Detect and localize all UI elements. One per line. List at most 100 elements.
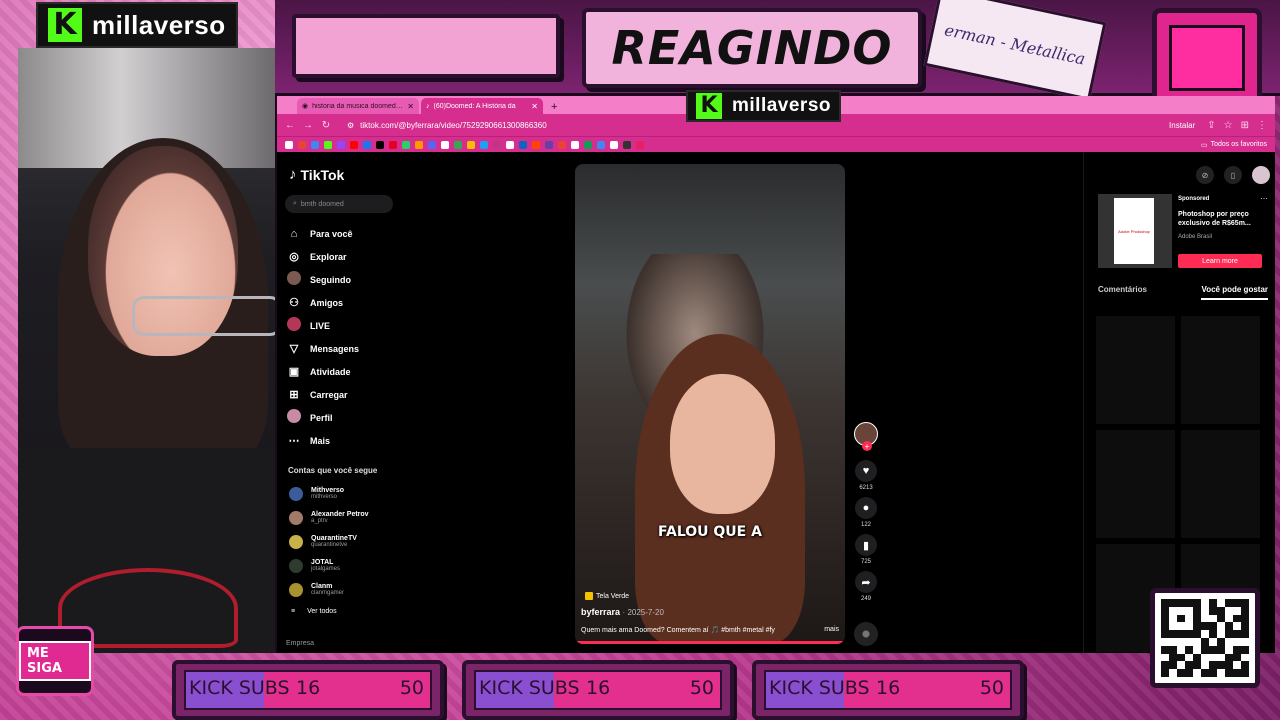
bookmark-icon[interactable] bbox=[298, 140, 306, 149]
effect-tag[interactable]: Tela Verde bbox=[585, 592, 629, 600]
account-name: Alexander Petrov bbox=[311, 511, 369, 519]
all-bookmarks[interactable]: ▭ Todos os favoritos bbox=[1201, 141, 1267, 149]
bookmark-icon[interactable] bbox=[389, 140, 397, 149]
nav-item-explore[interactable]: ◎ Explorar bbox=[287, 245, 359, 268]
bookmark-icon[interactable] bbox=[363, 140, 371, 149]
browser-tab-active[interactable]: ♪ (60)Doomed: A História da ✕ bbox=[421, 98, 543, 114]
bookmark-icon[interactable] bbox=[493, 140, 501, 149]
site-info-icon[interactable]: ⚙ bbox=[347, 121, 354, 130]
sponsored-ad[interactable]: Adobe Photoshop Sponsored ⋯ Photoshop po… bbox=[1098, 194, 1268, 270]
bookmark-icon[interactable] bbox=[636, 140, 644, 149]
tab-suggested[interactable]: Você pode gostar bbox=[1201, 285, 1268, 300]
nav-item-upload[interactable]: ⊞ Carregar bbox=[287, 383, 359, 406]
tiktok-nav: ⌂ Para você ◎ Explorar Seguindo ⚇ Amigos bbox=[287, 222, 359, 452]
bookmark-icon[interactable] bbox=[415, 140, 423, 149]
nav-item-friends[interactable]: ⚇ Amigos bbox=[287, 291, 359, 314]
save-button[interactable]: ▮ bbox=[855, 534, 877, 556]
list-icon: ≡ bbox=[291, 607, 296, 615]
bookmark-icon[interactable] bbox=[545, 140, 553, 149]
search-input[interactable]: ⌕ bmth doomed bbox=[285, 195, 393, 213]
video-author[interactable]: byferrara · 2025-7-20 bbox=[581, 607, 664, 617]
bookmark-icon[interactable] bbox=[597, 140, 605, 149]
ad-options-icon[interactable]: ⋯ bbox=[1260, 194, 1268, 203]
video-player[interactable]: FALOU QUE A Tela Verde byferrara · 2025-… bbox=[575, 164, 845, 644]
install-button[interactable]: Instalar bbox=[1169, 121, 1195, 130]
account-name: JOTAL bbox=[311, 559, 334, 567]
following-account[interactable]: Alexander Petrov a_ptrv bbox=[289, 506, 369, 530]
bookmark-icon[interactable] bbox=[480, 140, 488, 149]
tab-close-icon[interactable]: ✕ bbox=[531, 102, 538, 111]
tab-close-icon[interactable]: ✕ bbox=[407, 102, 414, 111]
compass-icon[interactable]: ⊘ bbox=[1196, 166, 1214, 184]
recommended-video[interactable] bbox=[1096, 316, 1175, 424]
bookmark-icon[interactable] bbox=[350, 140, 358, 149]
avatar bbox=[289, 559, 303, 573]
bookmark-icon[interactable] bbox=[571, 140, 579, 149]
bookmark-icon[interactable] bbox=[506, 140, 514, 149]
back-icon[interactable]: ← bbox=[285, 120, 295, 131]
see-all-link[interactable]: ≡ Ver todos bbox=[289, 602, 369, 620]
nav-item-messages[interactable]: ▽ Mensagens bbox=[287, 337, 359, 360]
tiktok-logo[interactable]: ♪ TikTok bbox=[289, 166, 344, 183]
comment-icon: ● bbox=[862, 502, 870, 514]
bookmark-star-icon[interactable]: ☆ bbox=[1224, 120, 1233, 131]
bookmark-icon[interactable] bbox=[441, 140, 449, 149]
share-icon[interactable]: ⇪ bbox=[1207, 120, 1215, 131]
bookmarks-bar: ▭ Todos os favoritos bbox=[277, 136, 1275, 152]
forward-icon[interactable]: → bbox=[303, 120, 313, 131]
menu-icon[interactable]: ⋮ bbox=[1257, 120, 1267, 131]
music-disc-icon[interactable] bbox=[854, 622, 878, 646]
more-link[interactable]: mais bbox=[824, 626, 839, 634]
nav-label: Carregar bbox=[310, 389, 348, 400]
bookmark-icon[interactable] bbox=[337, 140, 345, 149]
bookmark-icon[interactable] bbox=[532, 140, 540, 149]
account-handle: a_ptrv bbox=[311, 518, 328, 525]
creator-avatar[interactable]: + bbox=[854, 422, 878, 451]
browser-tab[interactable]: ◉ historia da musica doomed bm ✕ bbox=[297, 98, 419, 114]
recommended-video[interactable] bbox=[1181, 316, 1260, 424]
sub-goal-current: 16 bbox=[876, 677, 901, 699]
effect-icon bbox=[585, 592, 593, 600]
bookmark-icon[interactable] bbox=[623, 140, 631, 149]
extensions-icon[interactable]: ⊞ bbox=[1241, 120, 1249, 131]
learn-more-button[interactable]: Learn more bbox=[1178, 254, 1262, 268]
comment-button[interactable]: ● bbox=[855, 497, 877, 519]
video-progress-bar[interactable] bbox=[575, 641, 845, 644]
following-account[interactable]: JOTAL jotalgames bbox=[289, 554, 369, 578]
nav-item-for-you[interactable]: ⌂ Para você bbox=[287, 222, 359, 245]
reload-icon[interactable]: ↻ bbox=[321, 120, 331, 131]
new-tab-icon[interactable]: + bbox=[545, 101, 563, 114]
bookmark-icon[interactable] bbox=[402, 140, 410, 149]
bookmark-icon[interactable] bbox=[324, 140, 332, 149]
bookmark-icon[interactable] bbox=[311, 140, 319, 149]
bookmark-icon[interactable] bbox=[519, 140, 527, 149]
nav-item-following[interactable]: Seguindo bbox=[287, 268, 359, 291]
bookmark-icon[interactable] bbox=[467, 140, 475, 149]
bookmark-icon[interactable] bbox=[428, 140, 436, 149]
following-account[interactable]: QuarantineTV quarantinetve bbox=[289, 530, 369, 554]
nav-item-profile[interactable]: Perfil bbox=[287, 406, 359, 429]
like-button[interactable]: ♥ bbox=[855, 460, 877, 482]
nav-item-live[interactable]: LIVE bbox=[287, 314, 359, 337]
user-avatar[interactable] bbox=[1252, 166, 1270, 184]
recommended-video[interactable] bbox=[1096, 430, 1175, 538]
following-account[interactable]: Clanm clanmgamer bbox=[289, 578, 369, 602]
bookmark-icon[interactable] bbox=[610, 140, 618, 149]
nav-label: LIVE bbox=[310, 320, 331, 331]
bookmark-icon[interactable] bbox=[454, 140, 462, 149]
device-icon[interactable]: ▯ bbox=[1224, 166, 1242, 184]
following-account[interactable]: Mithverso mithverso bbox=[289, 482, 369, 506]
tab-comments[interactable]: Comentários bbox=[1098, 285, 1147, 300]
footer-company-link[interactable]: Empresa bbox=[286, 640, 314, 647]
recommended-video[interactable] bbox=[1181, 430, 1260, 538]
nav-item-more[interactable]: ⋯ Mais bbox=[287, 429, 359, 452]
follow-plus-icon[interactable]: + bbox=[862, 441, 872, 451]
bookmark-icon: ▮ bbox=[862, 539, 870, 552]
bookmark-icon[interactable] bbox=[558, 140, 566, 149]
nav-item-activity[interactable]: ▣ Atividade bbox=[287, 360, 359, 383]
bookmark-icon[interactable] bbox=[584, 140, 592, 149]
bookmark-icon[interactable] bbox=[376, 140, 384, 149]
share-button[interactable]: ➦ bbox=[855, 571, 877, 593]
bookmark-icon[interactable] bbox=[285, 140, 293, 149]
video-actions: + ♥ 6213 ● 122 ▮ 725 ➦ 249 bbox=[853, 422, 879, 608]
